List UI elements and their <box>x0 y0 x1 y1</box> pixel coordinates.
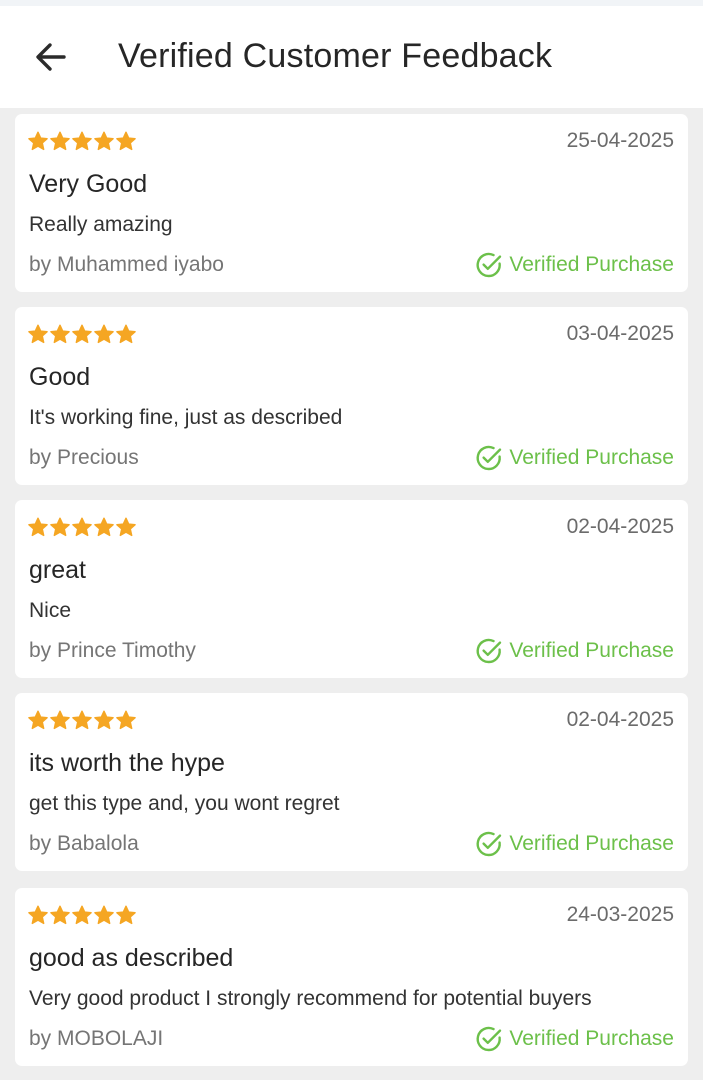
verified-purchase-label: Verified Purchase <box>509 639 674 662</box>
verified-purchase-label: Verified Purchase <box>509 832 674 855</box>
review-body: Nice <box>29 599 72 622</box>
review-date: 02-04-2025 <box>566 515 674 538</box>
star-filled-icon <box>116 905 136 925</box>
star-rating <box>27 131 137 151</box>
review-author: by Prince Timothy <box>29 639 196 662</box>
page-title: Verified Customer Feedback <box>118 37 553 75</box>
review-body: get this type and, you wont regret <box>29 792 340 815</box>
verified-purchase-badge: Verified Purchase <box>475 829 674 859</box>
review-card: 24-03-2025 good as described Very good p… <box>15 888 688 1066</box>
star-filled-icon <box>50 905 70 925</box>
review-author: by Precious <box>29 446 139 469</box>
star-rating <box>27 710 137 730</box>
review-title: its worth the hype <box>29 749 225 777</box>
review-title: great <box>29 556 86 584</box>
star-filled-icon <box>116 517 136 537</box>
star-filled-icon <box>72 131 92 151</box>
review-author: by Muhammed iyabo <box>29 253 224 276</box>
review-card: 03-04-2025 Good It's working fine, just … <box>15 307 688 485</box>
star-rating <box>27 905 137 925</box>
star-filled-icon <box>116 324 136 344</box>
star-rating <box>27 517 137 537</box>
check-circle-icon <box>476 252 502 278</box>
check-circle-icon <box>476 445 502 471</box>
star-rating <box>27 324 137 344</box>
review-date: 24-03-2025 <box>566 903 674 926</box>
review-card: 02-04-2025 its worth the hype get this t… <box>15 693 688 871</box>
star-filled-icon <box>72 324 92 344</box>
review-date: 02-04-2025 <box>566 708 674 731</box>
app-header: Verified Customer Feedback <box>0 6 703 108</box>
check-circle-icon <box>476 638 502 664</box>
star-filled-icon <box>94 324 114 344</box>
review-author: by MOBOLAJI <box>29 1027 164 1050</box>
back-button[interactable] <box>28 36 74 78</box>
star-filled-icon <box>28 905 48 925</box>
verified-purchase-badge: Verified Purchase <box>475 250 674 280</box>
arrow-left-icon <box>36 43 66 71</box>
check-circle-icon <box>476 831 502 857</box>
review-date: 25-04-2025 <box>566 129 674 152</box>
review-author: by Babalola <box>29 832 139 855</box>
star-filled-icon <box>28 131 48 151</box>
review-card: 02-04-2025 great Nice by Prince Timothy … <box>15 500 688 678</box>
star-filled-icon <box>72 710 92 730</box>
review-body: Very good product I strongly recommend f… <box>29 987 592 1010</box>
review-date: 03-04-2025 <box>566 322 674 345</box>
review-title: Very Good <box>29 170 148 198</box>
star-filled-icon <box>94 905 114 925</box>
star-filled-icon <box>50 324 70 344</box>
star-filled-icon <box>72 517 92 537</box>
review-title: good as described <box>29 944 234 972</box>
verified-purchase-label: Verified Purchase <box>509 446 674 469</box>
star-filled-icon <box>50 131 70 151</box>
star-filled-icon <box>28 517 48 537</box>
verified-purchase-badge: Verified Purchase <box>475 1024 674 1054</box>
star-filled-icon <box>72 905 92 925</box>
star-filled-icon <box>50 517 70 537</box>
star-filled-icon <box>94 710 114 730</box>
star-filled-icon <box>94 131 114 151</box>
review-card: 25-04-2025 Very Good Really amazing by M… <box>15 114 688 292</box>
review-title: Good <box>29 363 91 391</box>
star-filled-icon <box>94 517 114 537</box>
review-body: It's working fine, just as described <box>29 406 343 429</box>
check-circle-icon <box>476 1026 502 1052</box>
verified-purchase-label: Verified Purchase <box>509 253 674 276</box>
verified-purchase-badge: Verified Purchase <box>475 443 674 473</box>
star-filled-icon <box>28 710 48 730</box>
star-filled-icon <box>116 131 136 151</box>
verified-purchase-badge: Verified Purchase <box>475 636 674 666</box>
star-filled-icon <box>116 710 136 730</box>
star-filled-icon <box>28 324 48 344</box>
star-filled-icon <box>50 710 70 730</box>
review-body: Really amazing <box>29 213 173 236</box>
verified-purchase-label: Verified Purchase <box>509 1027 674 1050</box>
